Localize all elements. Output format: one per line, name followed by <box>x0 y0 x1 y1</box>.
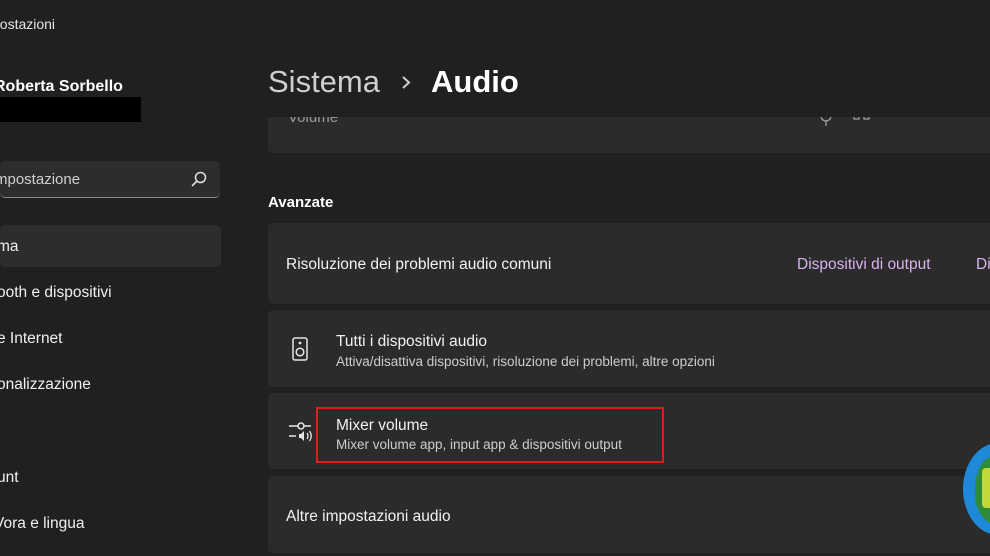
window-title: postazioni <box>0 16 56 32</box>
volume-label: Volume <box>288 117 339 126</box>
sidebar-item-bluetooth[interactable]: ooth e dispositivi <box>0 284 112 302</box>
search-input[interactable]: mpostazione <box>0 171 80 188</box>
sidebar-item-personalization[interactable]: onalizzazione <box>0 376 91 394</box>
mixer-icon <box>289 422 312 442</box>
speaker-icon <box>292 337 308 361</box>
sidebar-item-network[interactable]: e Internet <box>0 330 63 348</box>
search-icon[interactable] <box>190 170 208 188</box>
sidebar-item-time-language[interactable]: Vora e lingua <box>0 515 85 533</box>
chevron-right-icon <box>402 76 411 89</box>
microphone-icon <box>820 117 832 126</box>
breadcrumb-parent[interactable]: Sistema <box>268 64 380 100</box>
highlight-box <box>316 407 664 463</box>
logo-badge-emblem <box>982 468 990 508</box>
sidebar-item-accounts[interactable]: unt <box>0 469 19 487</box>
sidebar-item-system[interactable] <box>0 225 221 267</box>
redacted-email <box>0 97 141 122</box>
more-audio-settings-card[interactable]: Altre impostazioni audio <box>268 476 990 553</box>
speaker-small-icon <box>853 117 870 120</box>
output-devices-link[interactable]: Dispositivi di output <box>797 256 931 274</box>
sidebar-item-label: ma <box>0 238 19 255</box>
all-audio-devices-title: Tutti i dispositivi audio <box>336 333 488 350</box>
all-audio-devices-card[interactable]: Tutti i dispositivi audio Attiva/disatti… <box>268 310 990 387</box>
troubleshoot-card: Risoluzione dei problemi audio comuni Di… <box>268 223 990 304</box>
page-title: Audio <box>431 64 519 99</box>
volume-row-partial[interactable]: Volume <box>268 117 990 153</box>
more-audio-settings-title: Altre impostazioni audio <box>286 508 451 525</box>
troubleshoot-title: Risoluzione dei problemi audio comuni <box>286 256 552 273</box>
section-heading-advanced: Avanzate <box>268 194 334 211</box>
input-devices-link[interactable]: Di <box>976 256 990 274</box>
profile-name: Roberta Sorbello <box>0 78 123 95</box>
all-audio-devices-subtitle: Attiva/disattiva dispositivi, risoluzion… <box>336 354 715 369</box>
